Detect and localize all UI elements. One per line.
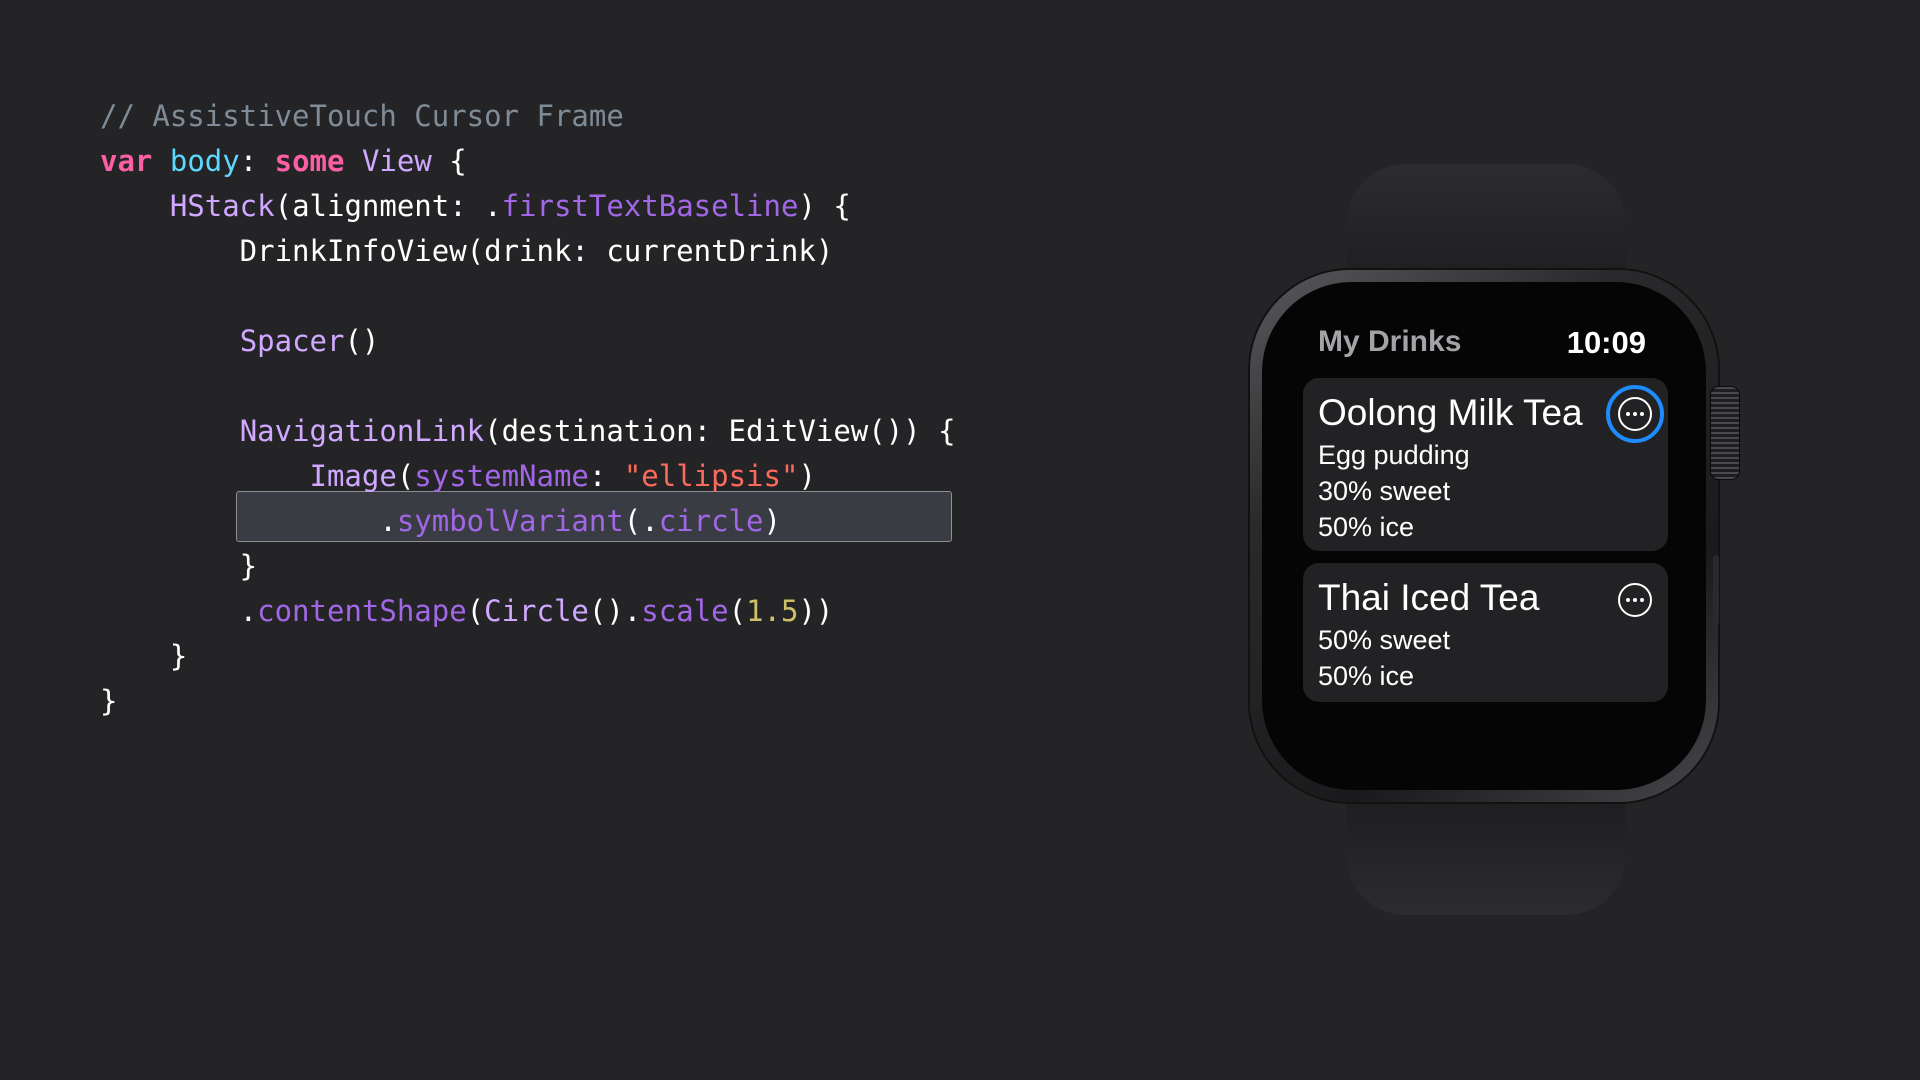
code-line: var body: some View { [100,141,467,181]
code-line: .symbolVariant(.circle) [100,501,781,541]
code-token: scale [641,594,729,628]
drink-detail: 30% sweet [1318,476,1451,506]
code-token: (destination: EditView()) { [484,414,956,448]
side-button[interactable] [1713,555,1719,625]
code-token: () [344,324,380,358]
code-token: ( [466,594,485,628]
code-token: symbolVariant [396,504,624,538]
code-token: NavigationLink [239,414,485,448]
code-token: some [274,144,345,178]
drink-detail: 50% ice [1318,512,1415,542]
code-token: 1.5 [746,594,799,628]
code-token: ) [763,504,781,538]
code-token: ( [396,459,415,493]
code-token: { [431,144,467,178]
code-token: } [100,549,258,583]
code-token: "ellipsis" [623,459,799,493]
code-line: } [100,636,187,676]
code-token: firstTextBaseline [501,189,799,223]
drink-name: Thai Iced Tea [1318,577,1540,618]
drink-detail: Egg pudding [1318,440,1470,470]
code-token: Circle [484,594,589,628]
code-token: } [100,639,188,673]
code-token: circle [658,504,764,538]
code-token: var [100,144,153,178]
drink-detail: 50% sweet [1318,625,1451,655]
code-token: Image [309,459,397,493]
code-line: HStack(alignment: .firstTextBaseline) { [100,186,851,226]
code-token: . [100,594,258,628]
code-token: . [100,504,397,538]
code-token: (alignment: . [274,189,502,223]
code-token: Spacer [239,324,345,358]
code-line-highlighted: .contentShape(Circle().scale(1.5)) [100,591,834,631]
ellipsis-circle-icon[interactable] [1618,583,1652,617]
code-token: ) { [798,189,851,223]
code-snippet: // AssistiveTouch Cursor Frame var body:… [100,96,956,718]
code-token: body [169,144,240,178]
code-token: )) [798,594,834,628]
code-token: : [588,459,624,493]
code-token: (). [588,594,642,628]
code-token: View [361,144,432,178]
code-token: } [100,684,118,718]
drink-name: Oolong Milk Tea [1318,392,1583,433]
code-token: // AssistiveTouch Cursor Frame [100,99,624,133]
digital-crown[interactable] [1711,387,1739,479]
code-line: Image(systemName: "ellipsis") [100,456,816,496]
code-token: ) [798,459,816,493]
ellipsis-circle-icon[interactable] [1618,397,1652,431]
code-line: DrinkInfoView(drink: currentDrink) [100,231,834,271]
code-token: DrinkInfoView(drink: currentDrink) [100,234,834,268]
code-line: } [100,681,117,721]
code-line: Spacer() [100,321,380,361]
watch-screen: My Drinks 10:09 Oolong Milk Tea Egg pudd… [1298,310,1678,790]
code-token: ( [728,594,747,628]
code-token: contentShape [257,594,467,628]
code-token: systemName [414,459,589,493]
drink-card[interactable]: Oolong Milk Tea Egg pudding 30% sweet 50… [1303,378,1668,551]
code-line: NavigationLink(destination: EditView()) … [100,411,956,451]
drink-detail: 50% ice [1318,661,1415,691]
code-token: (. [623,504,659,538]
code-token: HStack [169,189,275,223]
drink-card[interactable]: Thai Iced Tea 50% sweet 50% ice [1303,563,1668,702]
code-token: : [239,144,275,178]
screen-title: My Drinks [1318,325,1462,358]
code-line: } [100,546,257,586]
clock-time: 10:09 [1566,325,1646,360]
code-line: // AssistiveTouch Cursor Frame [100,96,624,136]
